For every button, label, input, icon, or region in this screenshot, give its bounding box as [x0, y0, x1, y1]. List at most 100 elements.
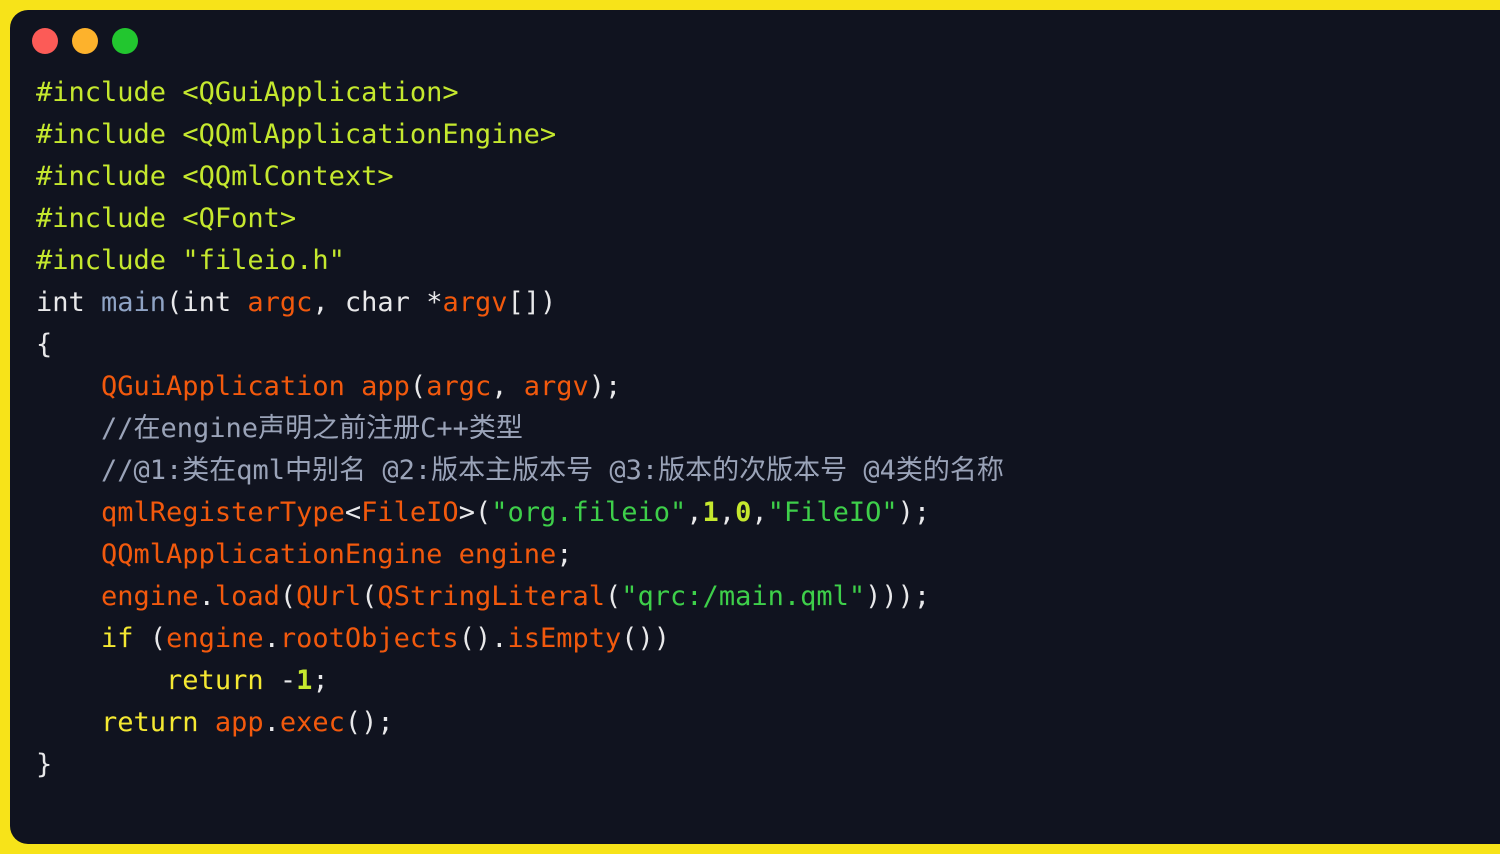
code-token: //在engine声明之前注册C++类型	[36, 413, 523, 444]
code-line: #include "fileio.h"	[36, 240, 1500, 282]
code-line: engine.load(QUrl(QStringLiteral("qrc:/ma…	[36, 576, 1500, 618]
code-token: <QQmlContext>	[182, 161, 394, 192]
code-token: main	[101, 287, 167, 318]
code-token: return	[101, 707, 199, 738]
code-token: <	[344, 497, 362, 528]
code-token: QStringLiteral	[377, 581, 606, 612]
code-token: ();	[344, 707, 394, 738]
code-token: exec	[279, 707, 345, 738]
code-line: #include <QQmlContext>	[36, 156, 1500, 198]
screenshot-frame: #include <QGuiApplication> #include <QQml…	[0, 0, 1500, 854]
code-token: (	[279, 581, 297, 612]
code-line: if (engine.rootObjects().isEmpty())	[36, 618, 1500, 660]
code-token: 1	[296, 665, 313, 696]
code-token: ()	[458, 623, 492, 654]
code-token: //@1:类在qml中别名 @2:版本主版本号 @3:版本的次版本号 @4类的名…	[36, 455, 1004, 486]
code-token: 0	[735, 497, 752, 528]
code-line: }	[36, 744, 1500, 786]
code-token: <QQmlApplicationEngine>	[182, 119, 557, 150]
code-token: "org.fileio"	[491, 497, 687, 528]
close-button[interactable]	[32, 28, 58, 54]
code-token: (	[166, 287, 183, 318]
code-token: );	[897, 497, 931, 528]
code-token: argc	[426, 371, 492, 402]
code-token: QUrl	[296, 581, 362, 612]
code-line: {	[36, 324, 1500, 366]
code-token: [])	[507, 287, 557, 318]
code-token: ,	[491, 371, 524, 402]
code-line: #include <QGuiApplication>	[36, 72, 1500, 114]
minimize-button[interactable]	[72, 28, 98, 54]
code-token: *	[426, 287, 443, 318]
code-token: 1	[702, 497, 719, 528]
code-token: (	[605, 581, 622, 612]
code-token: )));	[865, 581, 931, 612]
code-token: >(	[458, 497, 492, 528]
code-token: .	[263, 707, 280, 738]
code-token: char	[344, 287, 427, 318]
code-token: #include	[36, 203, 183, 234]
code-token: argc	[247, 287, 313, 318]
code-token: "fileio.h"	[182, 245, 345, 276]
code-token: .	[491, 623, 508, 654]
code-token: engine	[166, 623, 264, 654]
code-token: ;	[556, 539, 573, 570]
code-line: return app.exec();	[36, 702, 1500, 744]
code-token: ,	[718, 497, 736, 528]
code-line: int main(int argc, char *argv[])	[36, 282, 1500, 324]
code-line: #include <QFont>	[36, 198, 1500, 240]
code-line: //@1:类在qml中别名 @2:版本主版本号 @3:版本的次版本号 @4类的名…	[36, 450, 1500, 492]
code-token: ,	[312, 287, 345, 318]
code-token: isEmpty	[507, 623, 622, 654]
code-token: );	[588, 371, 622, 402]
code-token: #include	[36, 161, 183, 192]
code-token: {	[36, 329, 53, 360]
code-token: engine	[101, 581, 199, 612]
code-token: ())	[621, 623, 671, 654]
code-token: load	[214, 581, 280, 612]
code-line: QGuiApplication app(argc, argv);	[36, 366, 1500, 408]
code-token: -	[263, 665, 297, 696]
code-token: FileIO	[361, 497, 459, 528]
code-token: #include	[36, 245, 183, 276]
code-window: #include <QGuiApplication> #include <QQml…	[10, 10, 1500, 844]
code-token: <QGuiApplication>	[182, 77, 459, 108]
code-token: (	[361, 581, 378, 612]
code-token: rootObjects	[279, 623, 459, 654]
code-token: (	[409, 371, 427, 402]
code-block[interactable]: #include <QGuiApplication> #include <QQml…	[10, 72, 1500, 786]
code-token: return	[166, 665, 264, 696]
code-token: <QFont>	[182, 203, 297, 234]
code-token: app	[214, 707, 264, 738]
code-token: .	[198, 581, 215, 612]
code-token: .	[263, 623, 280, 654]
code-token: argv	[442, 287, 508, 318]
code-line: qmlRegisterType<FileIO>("org.fileio",1,0…	[36, 492, 1500, 534]
code-token: app	[361, 371, 410, 402]
code-token: ,	[751, 497, 768, 528]
code-token: #include	[36, 77, 183, 108]
code-token: (	[133, 623, 167, 654]
window-titlebar	[10, 10, 1500, 72]
code-token: int	[182, 287, 248, 318]
code-token: QGuiApplication	[101, 371, 345, 402]
code-line: return -1;	[36, 660, 1500, 702]
code-token: }	[36, 749, 53, 780]
code-token: if	[101, 623, 134, 654]
code-token: engine	[458, 539, 557, 570]
code-token: "qrc:/main.qml"	[621, 581, 866, 612]
code-token: argv	[523, 371, 589, 402]
code-token: qmlRegisterType	[101, 497, 345, 528]
code-line: //在engine声明之前注册C++类型	[36, 408, 1500, 450]
maximize-button[interactable]	[112, 28, 138, 54]
